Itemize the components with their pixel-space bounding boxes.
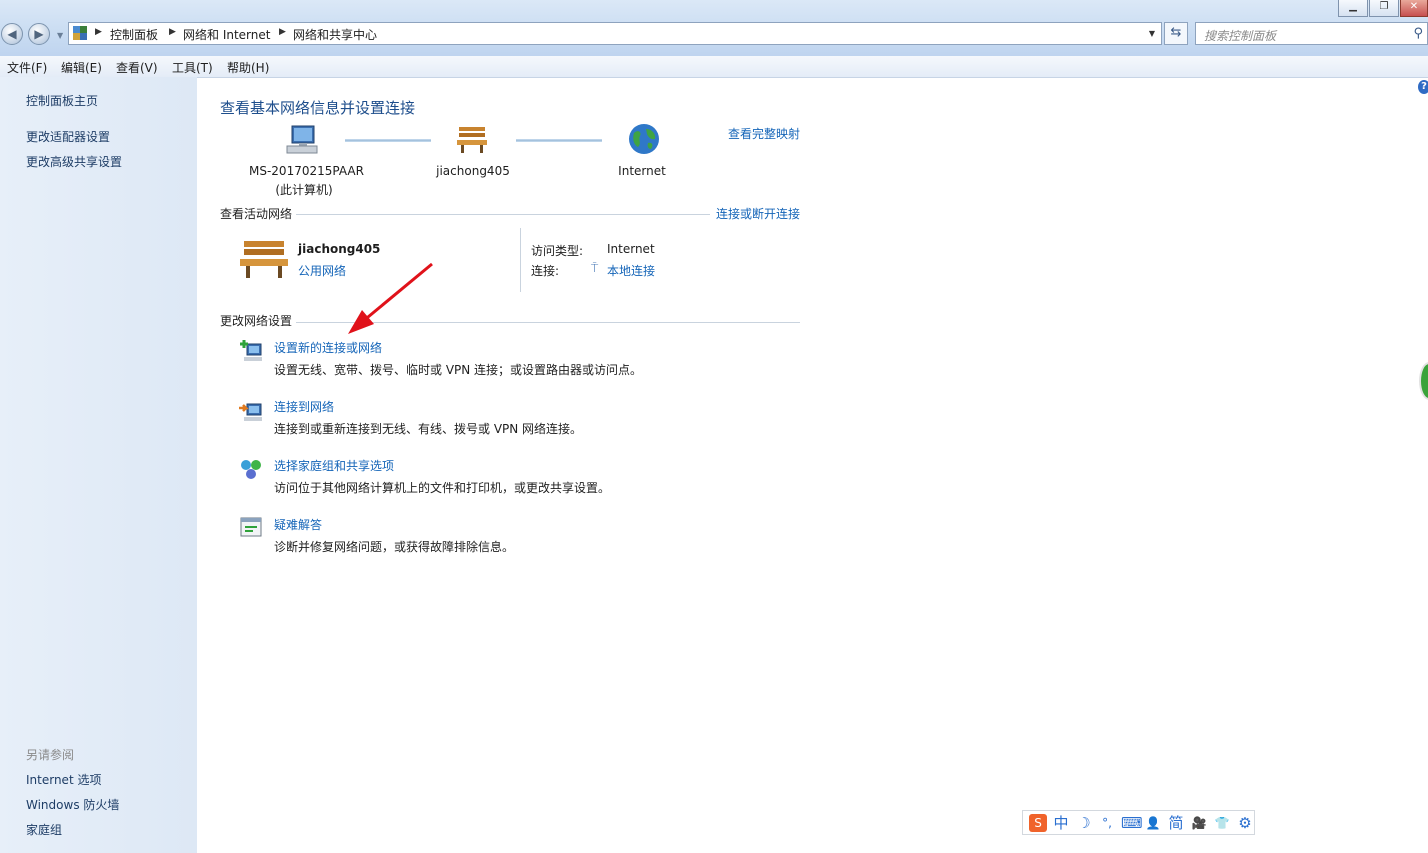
search-input[interactable]: 搜索控制面板 [1204,27,1276,44]
ime-chinese-mode-button[interactable]: 中 [1052,812,1070,833]
forward-button[interactable]: ▶ [28,23,50,45]
globe-icon[interactable] [628,123,660,155]
ime-skin-icon[interactable]: 👕 [1213,816,1231,830]
homegroup-icon[interactable] [238,456,264,482]
sidebar-item-homegroup[interactable]: 家庭组 [26,821,62,838]
restore-button[interactable]: ❐ [1369,0,1399,17]
search-box[interactable]: 搜索控制面板 ⚲ [1195,22,1428,45]
see-also-heading: 另请参阅 [26,748,75,762]
address-bar[interactable]: ▶ 控制面板 ▶ 网络和 Internet ▶ 网络和共享中心 ▼ [68,22,1162,45]
back-button[interactable]: ◀ [1,23,23,45]
refresh-button[interactable]: ⇆ [1164,22,1188,45]
breadcrumb-arrow-icon[interactable]: ▶ [95,27,102,37]
menu-tools[interactable]: 工具(T) [172,59,213,76]
network-name-label: jiachong405 [436,164,510,178]
menu-bar: 文件(F) 编辑(E) 查看(V) 工具(T) 帮助(H) [0,56,1428,78]
sidebar-item-windows-firewall[interactable]: Windows 防火墙 [26,796,119,813]
sogou-logo-icon[interactable]: S [1029,813,1047,832]
computer-icon[interactable] [285,124,319,156]
sogou-floating-icon[interactable] [1419,362,1428,400]
ime-video-icon[interactable]: 🎥 [1190,816,1208,830]
connect-network-icon[interactable] [238,398,264,424]
menu-help[interactable]: 帮助(H) [227,59,269,76]
internet-label: Internet [618,164,666,178]
breadcrumb-network-internet[interactable]: 网络和 Internet [183,26,270,43]
public-network-bench-icon[interactable] [238,238,290,280]
ime-toolbar: S 中 ☽ °, ⌨ 👤 简 🎥 👕 ⚙ [1022,810,1255,835]
ime-punctuation-icon[interactable]: °, [1098,816,1116,830]
change-settings-heading: 更改网络设置 [220,312,297,329]
connection-label: 连接: [531,264,560,278]
page-title: 查看基本网络信息并设置连接 [220,99,416,117]
menu-file[interactable]: 文件(F) [7,59,47,76]
title-bar: ◀ ▶ ▼ ▶ 控制面板 ▶ 网络和 Internet ▶ 网络和共享中心 ▼ … [0,0,1428,56]
bench-icon[interactable] [456,125,490,155]
ime-halfwidth-moon-icon[interactable]: ☽ [1075,814,1093,832]
breadcrumb-network-sharing-center[interactable]: 网络和共享中心 [293,26,377,43]
address-dropdown-icon[interactable]: ▼ [1149,29,1155,38]
active-networks-heading: 查看活动网络 [220,205,297,222]
ethernet-icon: ⍑ [591,261,599,275]
network-type-link[interactable]: 公用网络 [298,262,346,279]
troubleshoot-link[interactable]: 疑难解答 [274,516,322,533]
local-connection-link[interactable]: 本地连接 [607,262,655,279]
this-computer-label: (此计算机) [275,183,333,197]
computer-name-label: MS-20170215PAAR [249,164,364,178]
ime-keyboard-icon[interactable]: ⌨ [1121,814,1143,832]
recent-pages-dropdown-icon[interactable]: ▼ [57,31,63,40]
connection-line [345,139,431,142]
vertical-divider [520,228,521,292]
connect-to-network-desc: 连接到或重新连接到无线、有线、拨号或 VPN 网络连接。 [274,422,583,436]
homegroup-sharing-desc: 访问位于其他网络计算机上的文件和打印机，或更改共享设置。 [274,481,611,495]
breadcrumb-control-panel[interactable]: 控制面板 [110,26,158,43]
breadcrumb-arrow-icon[interactable]: ▶ [279,27,286,37]
sidebar-item-adapter-settings[interactable]: 更改适配器设置 [26,128,110,145]
menu-view[interactable]: 查看(V) [116,59,158,76]
sidebar-item-internet-options[interactable]: Internet 选项 [26,771,101,788]
troubleshoot-icon[interactable] [238,515,264,541]
setup-new-connection-desc: 设置无线、宽带、拨号、临时或 VPN 连接；或设置路由器或访问点。 [274,363,643,377]
access-type-value: Internet [607,242,655,256]
help-icon[interactable]: ? [1418,80,1428,94]
connect-disconnect-link[interactable]: 连接或断开连接 [716,205,800,222]
setup-new-connection-link[interactable]: 设置新的连接或网络 [274,339,382,356]
control-panel-icon [73,26,87,40]
access-type-label: 访问类型: [531,244,584,258]
active-network-name: jiachong405 [298,242,381,256]
connection-line [516,139,602,142]
section-divider [220,322,800,323]
ime-settings-gear-icon[interactable]: ⚙ [1236,814,1254,832]
homegroup-sharing-link[interactable]: 选择家庭组和共享选项 [274,457,394,474]
left-nav-pane [0,77,197,853]
close-button[interactable]: ✕ [1400,0,1428,17]
breadcrumb-arrow-icon[interactable]: ▶ [169,27,176,37]
ime-simplified-button[interactable]: 简 [1167,812,1185,833]
sidebar-item-advanced-sharing[interactable]: 更改高级共享设置 [26,153,122,170]
troubleshoot-desc: 诊断并修复网络问题，或获得故障排除信息。 [274,540,515,554]
annotation-arrow-icon [348,262,433,334]
search-icon[interactable]: ⚲ [1413,26,1423,41]
menu-edit[interactable]: 编辑(E) [61,59,102,76]
connect-to-network-link[interactable]: 连接到网络 [274,398,334,415]
sidebar-item-control-panel-home[interactable]: 控制面板主页 [26,92,98,109]
view-full-map-link[interactable]: 查看完整映射 [728,125,800,142]
minimize-button[interactable]: ▁ [1338,0,1368,17]
new-connection-icon[interactable] [238,338,264,364]
ime-user-icon[interactable]: 👤 [1144,816,1162,830]
